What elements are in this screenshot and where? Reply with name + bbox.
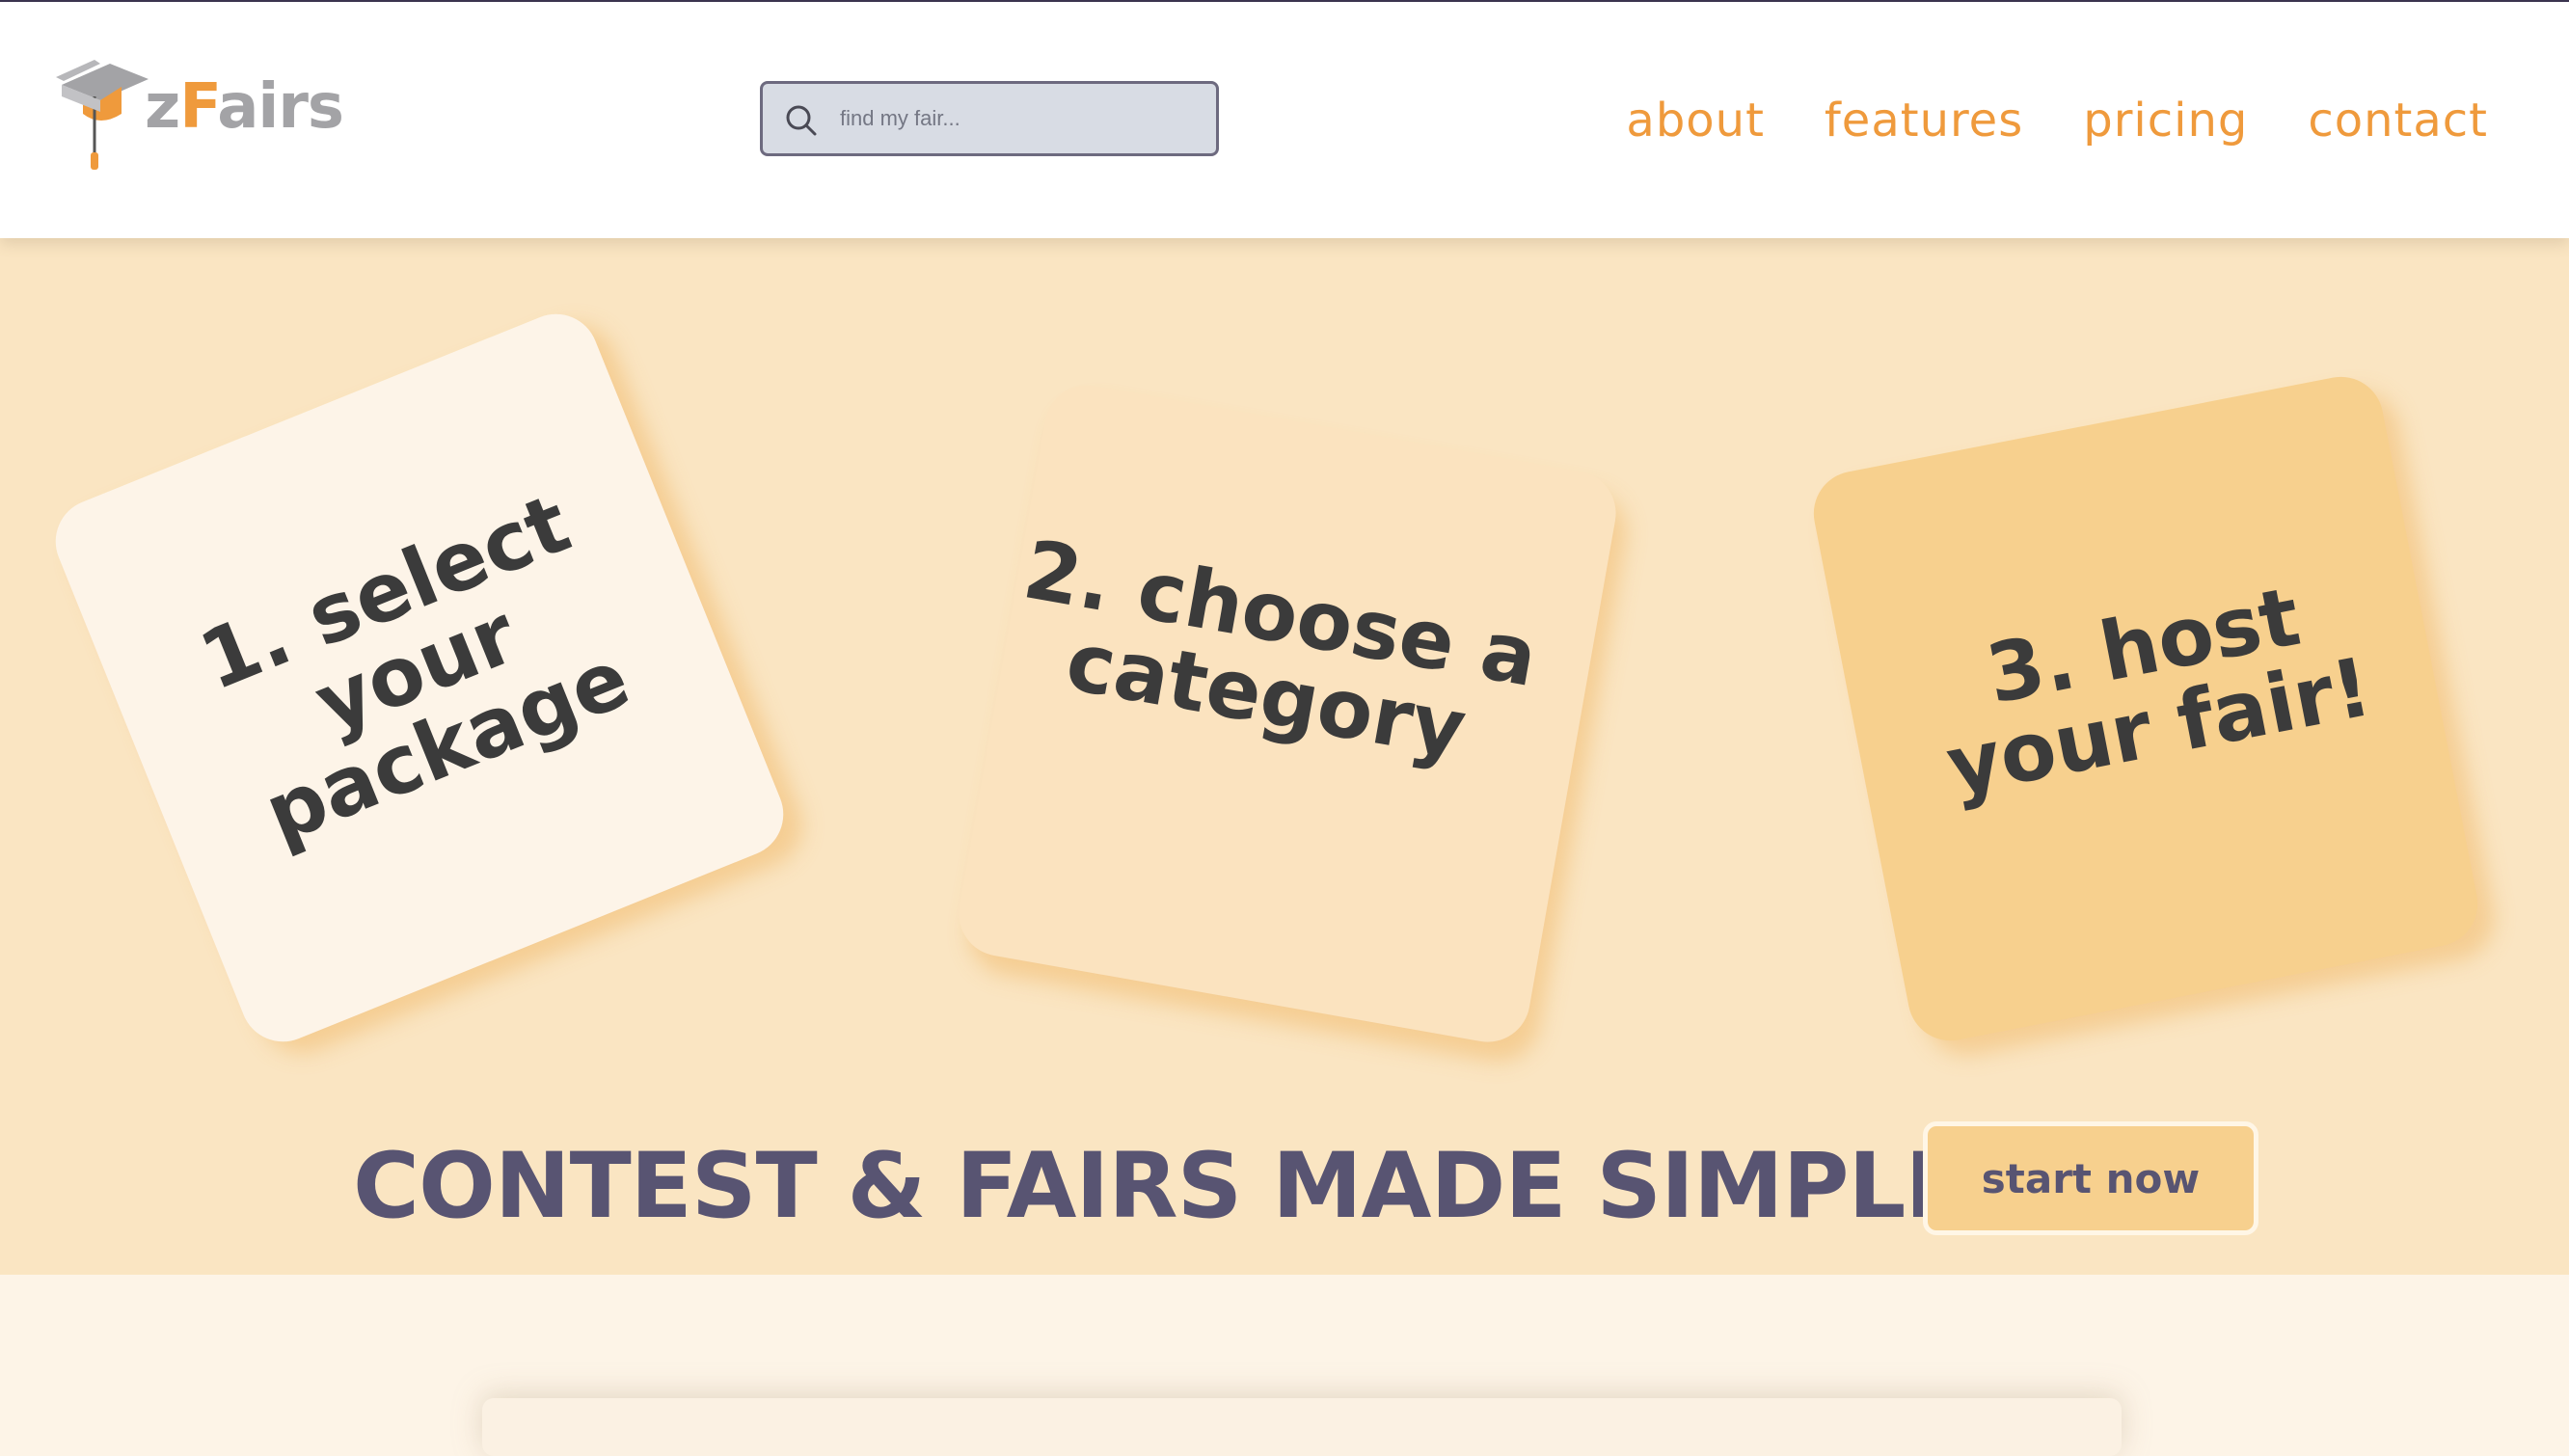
start-now-button[interactable]: start now xyxy=(1923,1121,2258,1235)
search-input[interactable] xyxy=(840,92,1197,146)
nav-pricing-link[interactable]: pricing xyxy=(2083,94,2248,148)
ezfairs-logo[interactable]: zFairs xyxy=(56,58,345,183)
step-card-label: 1. select your package xyxy=(187,475,642,862)
site-header: zFairs about features pricing contact xyxy=(0,2,2569,238)
nav-contact-link[interactable]: contact xyxy=(2308,94,2488,148)
logo-letters-airs: airs xyxy=(217,71,344,143)
lower-section xyxy=(0,1275,2569,1456)
search-box[interactable] xyxy=(760,81,1219,156)
nav-about-link[interactable]: about xyxy=(1626,94,1765,148)
step-card-select-package[interactable]: 1. select your package xyxy=(42,301,797,1055)
hero-section: 1. select your package 2. choose a categ… xyxy=(0,238,2569,1275)
nav-features-link[interactable]: features xyxy=(1825,94,2023,148)
search-icon[interactable] xyxy=(784,103,819,138)
logo-letter-z: z xyxy=(145,71,180,143)
main-nav: about features pricing contact xyxy=(1626,87,2488,154)
hero-tagline: CONTEST & FAIRS MADE SIMPLE! xyxy=(353,1134,2007,1239)
content-panel xyxy=(482,1398,2122,1456)
logo-wordmark: zFairs xyxy=(145,64,344,150)
step-card-label: 3. host your fair! xyxy=(1939,568,2379,815)
logo-letter-f: F xyxy=(179,71,218,143)
step-card-label: 2. choose a category xyxy=(1016,522,1545,777)
step-card-host-fair[interactable]: 3. host your fair! xyxy=(1806,369,2485,1048)
graduation-cap-icon xyxy=(56,60,149,170)
step-card-choose-category[interactable]: 2. choose a category xyxy=(952,378,1623,1049)
